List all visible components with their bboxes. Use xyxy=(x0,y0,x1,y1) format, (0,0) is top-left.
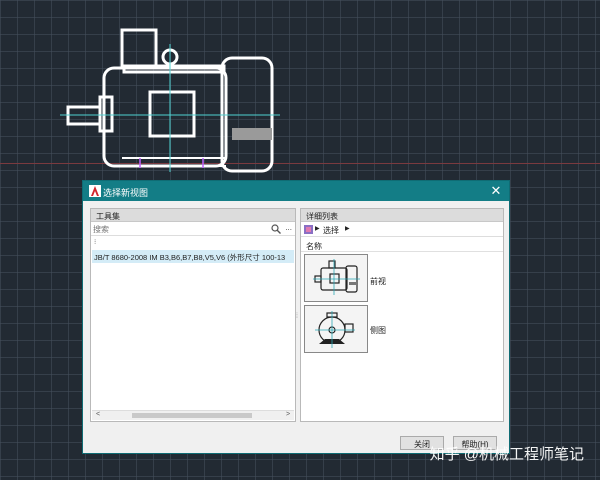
autocad-logo-icon xyxy=(89,185,101,197)
close-icon[interactable]: ✕ xyxy=(489,183,503,199)
tree-root-marker[interactable]: ⁝ xyxy=(94,238,96,246)
more-options-button[interactable]: ... xyxy=(285,223,292,232)
column-header-name[interactable]: 名称 xyxy=(301,239,503,252)
watermark: 知乎 @机械工程师笔记 xyxy=(429,446,584,463)
nameplate xyxy=(232,128,272,140)
search-icon[interactable] xyxy=(271,224,281,234)
toolset-panel: 工具集 ... ⁝ JB/T 8680-2008 IM B3,B6,B7,B8,… xyxy=(90,208,296,422)
search-row: ... xyxy=(91,223,295,236)
scroll-right-button[interactable]: > xyxy=(284,411,292,418)
breadcrumb: ▶ 选择 ▶ xyxy=(301,223,503,237)
horizontal-scrollbar[interactable]: < > xyxy=(92,410,294,420)
view-tile-front[interactable] xyxy=(304,254,368,302)
scrollbar-thumb[interactable] xyxy=(132,413,252,418)
breadcrumb-select[interactable]: 选择 xyxy=(323,225,339,236)
motor-front-icon xyxy=(313,259,360,295)
breadcrumb-arrow-icon[interactable]: ▶ xyxy=(345,225,350,232)
breadcrumb-arrow-icon[interactable]: ▶ xyxy=(315,225,320,232)
detail-header: 详细列表 xyxy=(301,209,503,222)
detail-panel: 详细列表 ▶ 选择 ▶ 名称 前视 侧图 xyxy=(300,208,504,422)
view-label-side: 侧图 xyxy=(370,326,386,335)
toolset-list-item[interactable]: JB/T 8680-2008 IM B3,B6,B7,B8,V5,V6 (外形尺… xyxy=(92,250,294,263)
scroll-left-button[interactable]: < xyxy=(94,411,102,418)
dialog-title: 选择新视图 xyxy=(103,188,149,198)
shaft-collar xyxy=(98,95,114,133)
motor-side-icon xyxy=(315,311,355,348)
cube-icon xyxy=(304,225,313,234)
junction-window xyxy=(148,90,196,138)
search-input[interactable] xyxy=(93,224,263,234)
panel-splitter[interactable]: ⁞ xyxy=(296,313,298,320)
terminal-box xyxy=(120,28,158,70)
dialog-titlebar: 选择新视图 ✕ xyxy=(83,181,509,201)
select-new-view-dialog: 选择新视图 ✕ 工具集 ... ⁝ JB/T 8680-2008 IM B3,B… xyxy=(82,180,510,454)
toolset-header: 工具集 xyxy=(91,209,295,222)
motor-body xyxy=(102,66,228,168)
motor-drawing xyxy=(60,28,280,173)
view-tile-side[interactable] xyxy=(304,305,368,353)
view-label-front: 前视 xyxy=(370,277,386,286)
